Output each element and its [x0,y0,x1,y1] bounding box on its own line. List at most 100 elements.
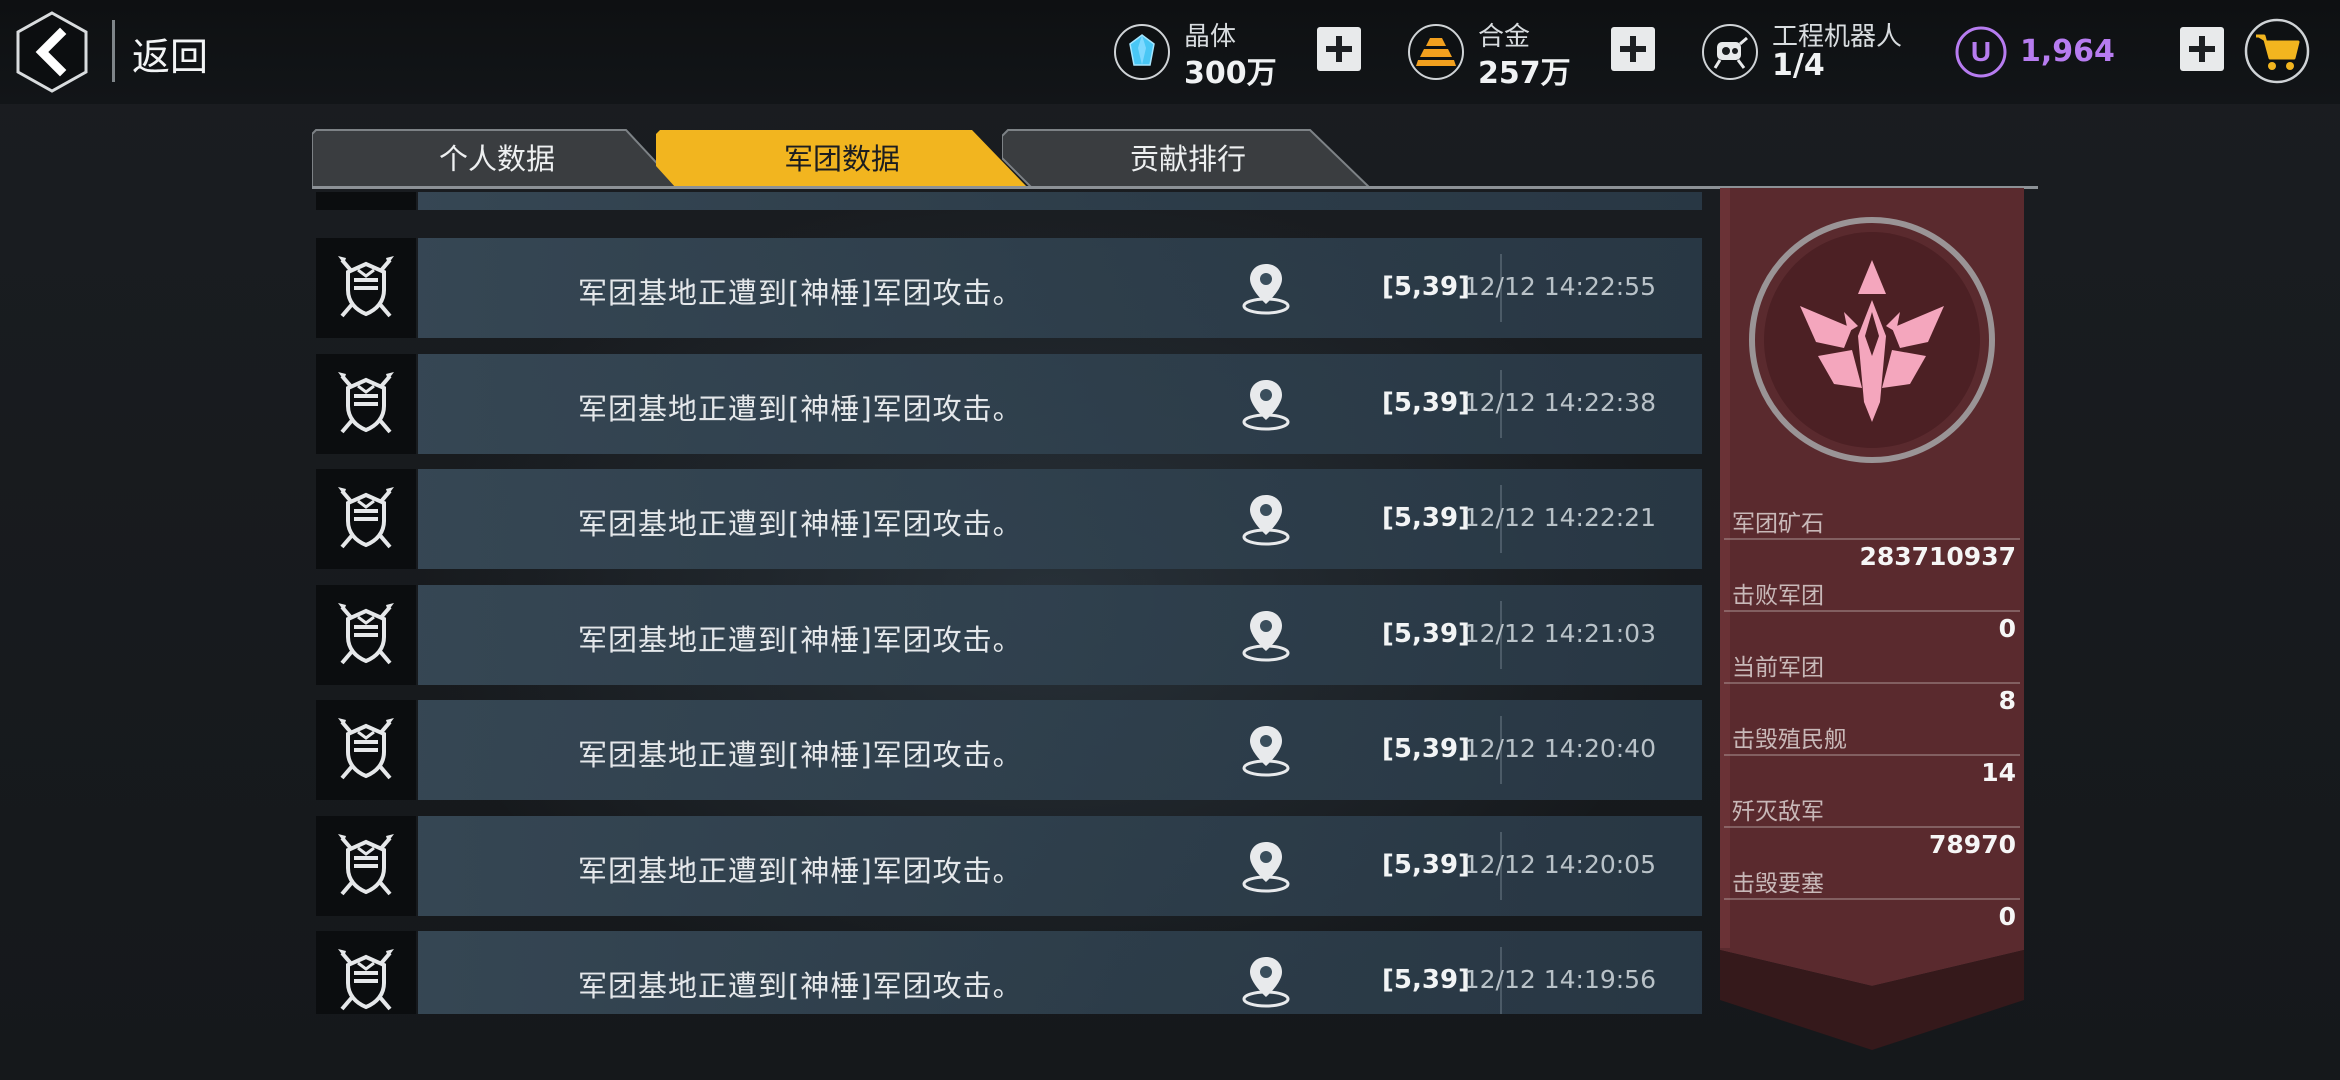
stat-value: 283710937 [1859,542,2016,571]
event-coordinates: [5,39] [1382,965,1470,995]
stat-label: 击毁要塞 [1732,871,1824,897]
alloy-value: 257万 [1478,56,1571,91]
event-message: 军团基地正遭到[神棰]军团攻击。 [578,507,1023,541]
event-timestamp: 12/12 14:22:38 [1463,387,1656,417]
stat-value: 0 [1998,902,2016,931]
event-message: 军团基地正遭到[神棰]军团攻击。 [578,969,1023,1003]
event-message: 军团基地正遭到[神棰]军团攻击。 [578,853,1023,888]
list-item[interactable] [316,192,1702,210]
legion-shield-icon [338,718,394,780]
list-item[interactable]: 军团基地正遭到[神棰]军团攻击。 [5,39] 12/12 14:22:38 [316,353,1702,454]
locate-button[interactable] [1240,838,1292,894]
add-premium-button[interactable] [2180,27,2224,71]
list-item[interactable]: 军团基地正遭到[神棰]军团攻击。 [5,39] 12/12 14:20:05 [316,815,1702,916]
list-item[interactable]: 军团基地正遭到[神棰]军团攻击。 [5,39] 12/12 14:19:56 [316,931,1702,1014]
stat-divider [1724,826,2020,828]
location-pin-icon [1242,726,1290,777]
robot-resource: 工程机器人 1/4 [1700,14,1930,90]
tab-label: 军团数据 [783,142,900,176]
tab-bar: 个人数据 军团数据 贡献排行 [312,128,2038,190]
list-item[interactable]: 军团基地正遭到[神棰]军团攻击。 [5,39] 12/12 14:22:21 [316,469,1702,569]
crystal-icon [1114,24,1170,80]
event-message: 军团基地正遭到[神棰]军团攻击。 [578,738,1023,772]
row-icon-box [316,238,416,338]
add-alloy-button[interactable] [1611,27,1655,71]
event-coordinates: [5,39] [1382,272,1470,302]
tab-contribution-ranking[interactable]: 贡献排行 [1002,128,1374,188]
locate-button[interactable] [1240,722,1292,778]
robot-value: 1/4 [1772,48,1825,83]
legion-shield-icon [338,487,394,549]
event-message: 军团基地正遭到[神棰]军团攻击。 [578,276,1023,310]
row-icon-box [316,469,416,569]
locate-button[interactable] [1240,607,1292,663]
top-bar: 返回 晶体 300万 合金 257万 工程机器人 1/4 U 1,964 [0,0,2340,104]
back-arrow-icon [16,11,88,93]
list-item[interactable]: 军团基地正遭到[神棰]军团攻击。 [5,39] 12/12 14:22:55 [316,238,1702,338]
premium-currency-icon: U [1955,26,2007,78]
alloy-resource: 合金 257万 [1406,14,1576,91]
back-divider [112,20,115,82]
location-pin-icon [1242,379,1290,430]
legion-shield-icon [338,371,394,433]
row-icon-box [316,353,416,454]
location-pin-icon [1242,610,1290,661]
event-coordinates: [5,39] [1382,849,1470,880]
tab-label: 个人数据 [438,142,555,176]
tab-label: 贡献排行 [1129,142,1246,176]
event-timestamp: 12/12 14:20:40 [1463,734,1656,763]
legion-shield-icon [338,833,394,895]
legion-stats-panel: 军团矿石 283710937 击败军团 0 当前军团 8 击毁殖民舰 14 歼灭敌军 78970 击… [1720,188,2024,1050]
legion-shield-icon [338,256,394,318]
stat-divider [1724,610,2020,612]
event-message: 军团基地正遭到[神棰]军团攻击。 [578,622,1023,657]
locate-button[interactable] [1240,953,1292,1009]
event-coordinates: [5,39] [1382,618,1470,649]
premium-letter: U [1971,36,1991,67]
row-icon-box [316,584,416,685]
stat-divider [1724,898,2020,900]
back-button[interactable] [14,10,90,94]
locate-button[interactable] [1240,376,1292,432]
stat-value: 78970 [1929,830,2016,859]
alloy-icon [1408,24,1464,80]
row-icon-box [316,192,416,210]
stat-value: 14 [1981,758,2016,787]
stat-value: 0 [1998,614,2016,643]
row-body: 军团基地正遭到[神棰]军团攻击。 [5,39] 12/12 14:21:03 [418,584,1702,685]
stat-label: 当前军团 [1732,655,1824,681]
legion-shield-icon [338,602,394,664]
shop-cart-button[interactable] [2244,18,2310,84]
row-icon-box [316,931,416,1014]
row-body: 军团基地正遭到[神棰]军团攻击。 [5,39] 12/12 14:19:56 [418,931,1702,1014]
event-timestamp: 12/12 14:19:56 [1463,965,1656,994]
add-crystal-button[interactable] [1317,27,1361,71]
location-pin-icon [1242,957,1290,1008]
stat-divider [1724,754,2020,756]
tab-personal-data[interactable]: 个人数据 [312,128,682,188]
event-coordinates: [5,39] [1382,387,1470,418]
stat-divider [1724,538,2020,540]
locate-button[interactable] [1240,491,1292,547]
cart-icon [2244,18,2310,84]
list-item[interactable]: 军团基地正遭到[神棰]军团攻击。 [5,39] 12/12 14:20:40 [316,700,1702,800]
legion-shield-icon [338,949,394,1011]
stat-label: 击败军团 [1732,583,1824,609]
robot-icon [1702,24,1758,80]
row-body: 军团基地正遭到[神棰]军团攻击。 [5,39] 12/12 14:22:38 [418,353,1702,454]
stat-label: 击毁殖民舰 [1732,727,1847,753]
row-icon-box [316,700,416,800]
stat-label: 军团矿石 [1732,511,1824,537]
stat-divider [1724,682,2020,684]
event-timestamp: 12/12 14:20:05 [1463,849,1656,879]
row-body: 军团基地正遭到[神棰]军团攻击。 [5,39] 12/12 14:20:05 [418,815,1702,916]
tab-legion-data[interactable]: 军团数据 [656,128,1028,188]
event-list[interactable]: 军团基地正遭到[神棰]军团攻击。 [5,39] 12/12 14:22:55 军团基地… [316,192,1702,1014]
list-item[interactable]: 军团基地正遭到[神棰]军团攻击。 [5,39] 12/12 14:21:03 [316,584,1702,685]
stat-value: 8 [1998,686,2016,715]
crystal-value: 300万 [1184,56,1277,91]
row-body: 军团基地正遭到[神棰]军团攻击。 [5,39] 12/12 14:22:21 [418,469,1702,569]
premium-value: 1,964 [2020,34,2115,69]
row-body [418,192,1702,210]
locate-button[interactable] [1240,260,1292,316]
